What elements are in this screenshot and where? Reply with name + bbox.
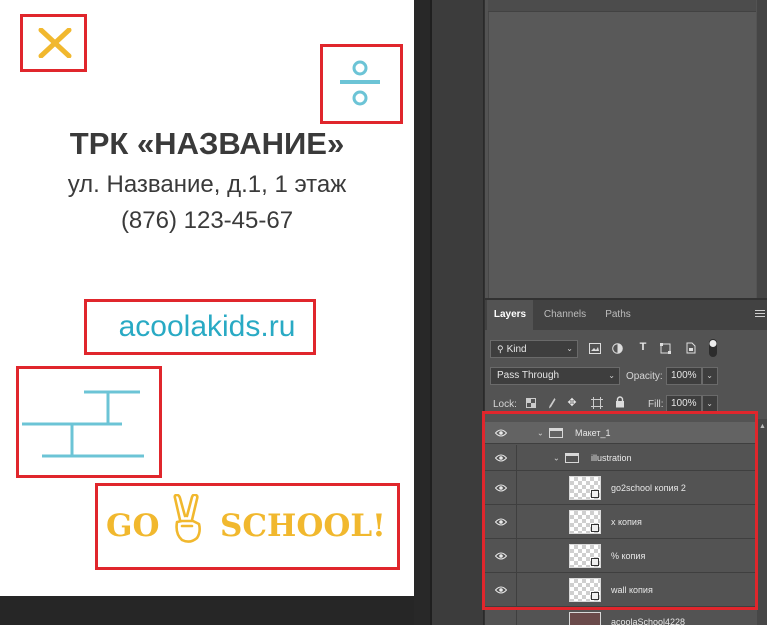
x-symbol-icon	[38, 28, 72, 58]
filter-kind-select[interactable]: ⚲ Kind ⌄	[490, 340, 578, 358]
venue-address: ул. Название, д.1, 1 этаж	[67, 171, 347, 198]
lock-image-pixels-icon[interactable]	[548, 397, 556, 409]
chevron-down-icon: ⌄	[608, 371, 615, 380]
blend-mode-value: Pass Through	[497, 370, 560, 381]
type-filter-icon[interactable]: T	[636, 341, 650, 353]
lock-transparent-pixels-icon[interactable]	[526, 398, 536, 408]
panel-menu-icon[interactable]	[755, 310, 765, 319]
layer-name: acoolaSchool4228	[611, 617, 686, 625]
tab-layers[interactable]: Layers	[487, 300, 533, 330]
adjustment-filter-icon[interactable]	[612, 343, 623, 354]
layer-row-acoolaschool[interactable]: acoolaSchool4228	[485, 608, 757, 625]
blend-mode-select[interactable]: Pass Through ⌄	[490, 367, 620, 385]
venue-title: ТРК «НАЗВАНИЕ»	[69, 126, 345, 161]
smart-object-filter-icon[interactable]	[686, 342, 696, 354]
upper-panel-content	[488, 12, 756, 298]
peace-hand-icon	[173, 494, 201, 543]
opacity-label: Opacity:	[626, 371, 663, 382]
opacity-value: 100%	[671, 370, 697, 381]
upper-panel-scrollbar[interactable]	[757, 0, 767, 298]
lock-all-icon[interactable]	[615, 396, 625, 408]
lock-artboard-icon[interactable]	[591, 397, 603, 409]
scroll-up-icon[interactable]: ▲	[759, 423, 766, 430]
search-icon: ⚲	[497, 344, 504, 354]
layers-highlight-frame	[482, 411, 758, 610]
chevron-down-icon: ⌄	[706, 371, 713, 380]
wall-illustration-icon	[22, 390, 144, 458]
school-word: SCHOOL!	[220, 508, 386, 544]
layer-thumbnail	[569, 612, 601, 625]
tab-paths[interactable]: Paths	[597, 300, 639, 330]
go-word: GO	[106, 508, 160, 544]
fill-label: Fill:	[648, 399, 664, 410]
upper-panel-header	[488, 0, 756, 12]
website-text: acoolakids.ru	[118, 310, 296, 343]
panel-tab-bar: Layers Channels Paths	[485, 300, 767, 330]
status-bar	[0, 596, 414, 625]
opacity-input[interactable]: 100%	[666, 367, 702, 385]
document-canvas[interactable]: ТРК «НАЗВАНИЕ» ул. Название, д.1, 1 этаж…	[0, 0, 414, 596]
filter-kind-label: Kind	[506, 344, 527, 355]
layers-scrollbar[interactable]: ▲	[757, 419, 767, 625]
image-filter-icon[interactable]	[589, 343, 601, 354]
fill-value: 100%	[671, 398, 697, 409]
chevron-down-icon: ⌄	[706, 399, 713, 408]
toggle-filter-icon[interactable]	[708, 338, 718, 358]
lock-position-icon[interactable]: ✥	[565, 396, 579, 409]
lock-label: Lock:	[493, 399, 517, 410]
divide-symbol-icon	[340, 60, 380, 106]
shape-filter-icon[interactable]	[660, 343, 671, 354]
visibility-toggle[interactable]	[485, 608, 517, 625]
tab-channels[interactable]: Channels	[535, 300, 595, 330]
chevron-down-icon: ⌄	[566, 344, 573, 353]
collapsed-panel-strip[interactable]	[432, 0, 484, 625]
opacity-dropdown-button[interactable]: ⌄	[702, 367, 718, 385]
pasteboard-gutter	[414, 0, 430, 625]
venue-phone: (876) 123-45-67	[120, 207, 294, 234]
